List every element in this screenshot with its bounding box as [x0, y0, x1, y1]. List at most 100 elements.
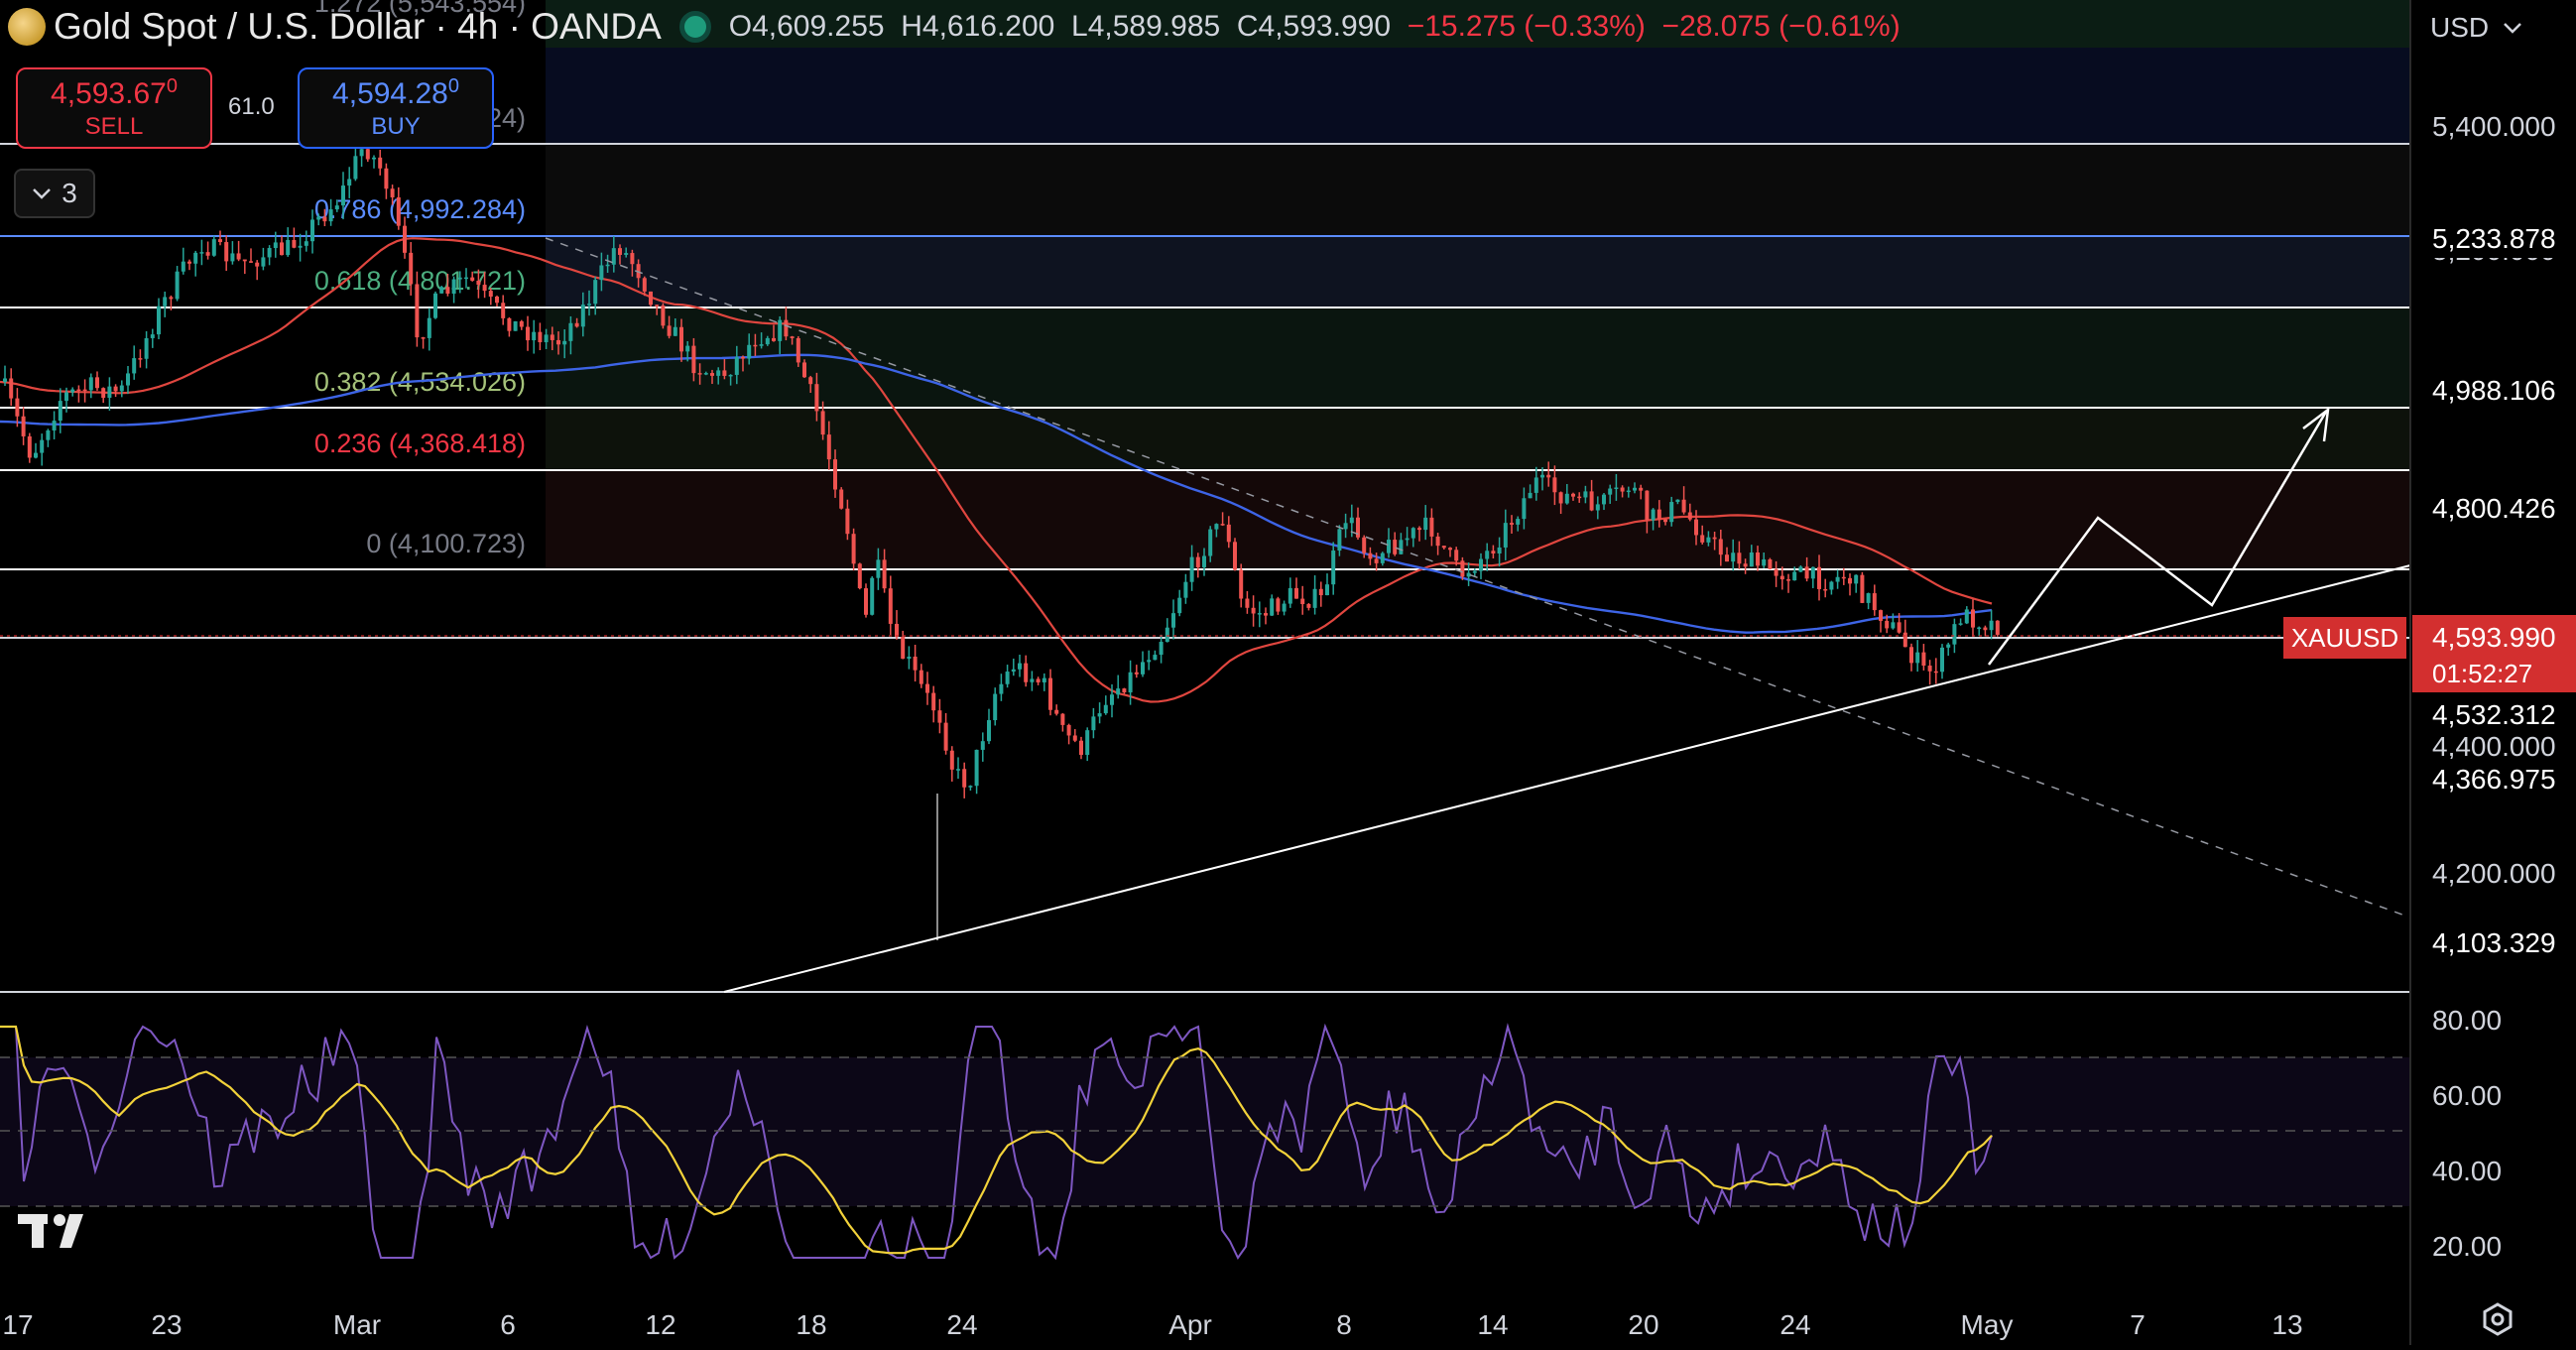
- candle[interactable]: [1472, 570, 1477, 573]
- candle[interactable]: [144, 337, 149, 359]
- candle[interactable]: [1977, 627, 1982, 630]
- candle[interactable]: [1165, 627, 1169, 643]
- candle[interactable]: [464, 277, 468, 280]
- candle[interactable]: [882, 559, 887, 589]
- candle[interactable]: [1792, 571, 1797, 581]
- candle[interactable]: [587, 304, 591, 306]
- candle[interactable]: [1940, 647, 1944, 673]
- symbol-title[interactable]: Gold Spot / U.S. Dollar · 4h · OANDA: [54, 6, 662, 48]
- candle[interactable]: [1387, 540, 1391, 553]
- candle[interactable]: [1460, 560, 1465, 577]
- sell-button[interactable]: 4,593.670 SELL: [16, 67, 212, 149]
- candle[interactable]: [1902, 632, 1907, 648]
- settings-gear-icon[interactable]: [2480, 1301, 2515, 1337]
- candle[interactable]: [15, 398, 20, 417]
- candle[interactable]: [864, 588, 868, 615]
- candle[interactable]: [1245, 598, 1250, 608]
- candle[interactable]: [126, 373, 130, 386]
- candle[interactable]: [261, 257, 266, 267]
- candle[interactable]: [1239, 569, 1244, 599]
- candle[interactable]: [236, 253, 241, 260]
- candle[interactable]: [1774, 568, 1779, 576]
- candle[interactable]: [1516, 519, 1521, 525]
- candle[interactable]: [642, 278, 647, 292]
- candle[interactable]: [1602, 494, 1606, 505]
- candle[interactable]: [1208, 529, 1213, 556]
- candle[interactable]: [1848, 577, 1852, 584]
- candle[interactable]: [580, 305, 585, 327]
- candle[interactable]: [1743, 563, 1748, 567]
- candle[interactable]: [1048, 677, 1052, 710]
- candle[interactable]: [1411, 528, 1415, 539]
- candle[interactable]: [1651, 509, 1656, 521]
- candle[interactable]: [1276, 598, 1281, 612]
- candle[interactable]: [1226, 524, 1231, 543]
- candle[interactable]: [482, 285, 487, 292]
- candle[interactable]: [1835, 576, 1840, 582]
- candle[interactable]: [1829, 581, 1834, 590]
- candle[interactable]: [1110, 694, 1114, 705]
- candle[interactable]: [1546, 474, 1551, 478]
- candle[interactable]: [826, 434, 831, 460]
- candle[interactable]: [1718, 539, 1723, 555]
- candle[interactable]: [1737, 552, 1742, 564]
- candle[interactable]: [673, 326, 677, 336]
- candle[interactable]: [292, 239, 297, 248]
- candle[interactable]: [157, 306, 161, 335]
- candle[interactable]: [298, 245, 303, 248]
- candle[interactable]: [1687, 512, 1692, 520]
- candle[interactable]: [242, 259, 247, 262]
- candle[interactable]: [1091, 716, 1096, 731]
- candle[interactable]: [655, 305, 660, 307]
- candle[interactable]: [919, 670, 923, 684]
- candle[interactable]: [347, 179, 352, 186]
- candle[interactable]: [1171, 613, 1175, 628]
- candle[interactable]: [1756, 552, 1760, 566]
- candle[interactable]: [1116, 688, 1121, 695]
- candle[interactable]: [1374, 558, 1379, 563]
- candle[interactable]: [728, 374, 733, 377]
- candle[interactable]: [734, 356, 739, 375]
- candle[interactable]: [403, 225, 407, 253]
- candle[interactable]: [1810, 566, 1815, 579]
- candle[interactable]: [1645, 490, 1650, 521]
- candle[interactable]: [378, 157, 383, 169]
- candle[interactable]: [1879, 610, 1883, 621]
- indicators-collapse-button[interactable]: 3: [14, 169, 95, 218]
- candle[interactable]: [784, 319, 789, 337]
- candle[interactable]: [1552, 477, 1557, 493]
- candle[interactable]: [1823, 588, 1828, 591]
- candle[interactable]: [218, 239, 222, 243]
- candle[interactable]: [790, 336, 795, 338]
- candle[interactable]: [476, 280, 481, 286]
- candle[interactable]: [1325, 584, 1329, 596]
- candle[interactable]: [1731, 552, 1736, 562]
- candle[interactable]: [119, 385, 124, 392]
- candle[interactable]: [857, 563, 862, 589]
- candle[interactable]: [304, 241, 308, 246]
- candle[interactable]: [532, 331, 537, 341]
- candle[interactable]: [1264, 613, 1268, 616]
- candle[interactable]: [691, 345, 696, 374]
- candle[interactable]: [1072, 735, 1077, 741]
- candle[interactable]: [445, 287, 450, 295]
- candle[interactable]: [901, 636, 906, 660]
- candle[interactable]: [624, 253, 629, 255]
- candle[interactable]: [1159, 642, 1164, 656]
- candle[interactable]: [710, 373, 714, 376]
- candle[interactable]: [1294, 587, 1298, 599]
- candle[interactable]: [747, 344, 752, 359]
- candle[interactable]: [1282, 603, 1287, 612]
- candle[interactable]: [113, 386, 118, 392]
- candle[interactable]: [230, 253, 235, 262]
- candle[interactable]: [1891, 622, 1896, 629]
- candle[interactable]: [1989, 620, 1994, 631]
- candle[interactable]: [1921, 652, 1926, 667]
- candle[interactable]: [1595, 504, 1600, 511]
- candle[interactable]: [9, 378, 14, 399]
- candle[interactable]: [1564, 493, 1569, 504]
- candle[interactable]: [1343, 523, 1348, 530]
- candle[interactable]: [1306, 604, 1311, 608]
- candle[interactable]: [956, 769, 960, 771]
- candle[interactable]: [1491, 551, 1496, 554]
